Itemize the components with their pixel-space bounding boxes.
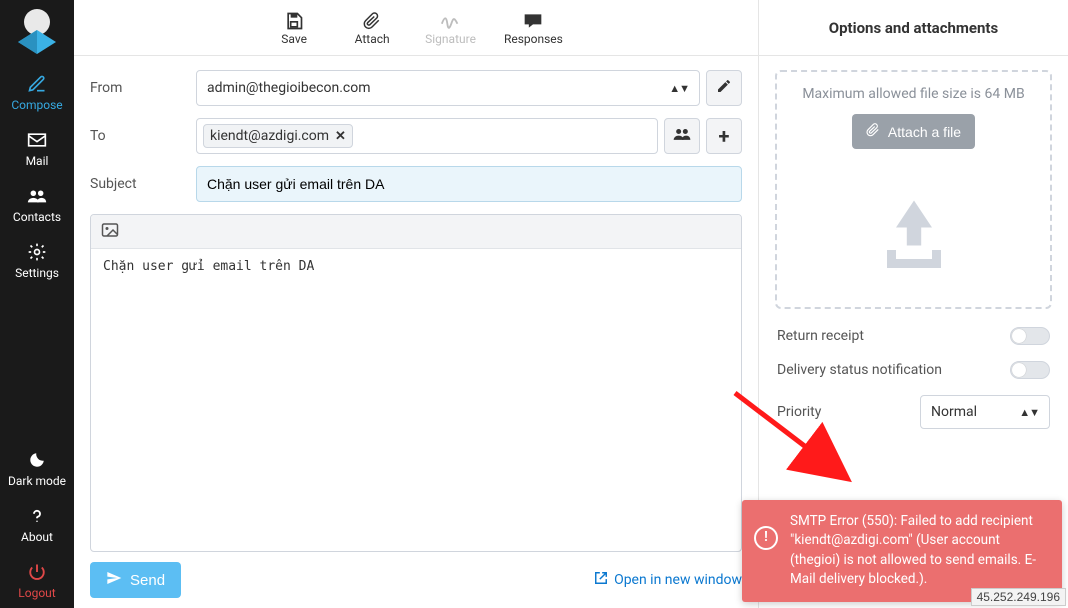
open-new-window-link[interactable]: Open in new window [594,571,742,589]
save-button[interactable]: Save [269,10,319,46]
delivery-status-toggle[interactable] [1010,361,1050,379]
editor-toolbar [91,215,741,249]
recipient-email: kiendt@azdigi.com [210,128,329,144]
nav-label: Compose [11,98,62,112]
signature-icon [440,10,462,32]
return-receipt-label: Return receipt [777,328,864,344]
power-icon [28,562,46,582]
open-new-label: Open in new window [614,572,742,588]
responses-button[interactable]: Responses [504,10,563,46]
insert-image-button[interactable] [101,222,119,242]
app-logo [12,6,62,56]
external-link-icon [594,571,608,589]
caret-icon: ▲▼ [669,82,689,95]
nav-mail[interactable]: Mail [0,120,74,176]
nav-label: Dark mode [8,474,66,488]
nav-label: Mail [26,154,49,168]
paperclip-icon [866,122,880,141]
priority-value: Normal [931,404,977,420]
question-icon [28,506,46,526]
attach-file-label: Attach a file [888,124,961,140]
mail-icon [27,130,47,150]
message-body[interactable]: Chặn user gửi email trên DA [91,249,741,551]
recipient-chip[interactable]: kiendt@azdigi.com ✕ [203,124,353,148]
paperclip-icon [363,10,381,32]
attach-file-button[interactable]: Attach a file [852,114,975,149]
nav-contacts[interactable]: Contacts [0,176,74,232]
pencil-icon [716,78,732,98]
pick-contact-button[interactable] [664,118,700,154]
nav-label: Settings [15,266,59,280]
add-recipient-button[interactable]: + [706,118,742,154]
moon-icon [28,450,46,470]
max-size-text: Maximum allowed file size is 64 MB [787,86,1040,102]
priority-select[interactable]: Normal ▲▼ [920,395,1050,429]
to-label: To [90,128,196,144]
caret-icon: ▲▼ [1019,406,1039,419]
save-icon [284,10,304,32]
priority-label: Priority [777,404,821,420]
sidebar: Compose Mail Contacts Settings Dark mod [0,0,74,608]
options-title: Options and attachments [759,0,1068,56]
contacts-icon [672,126,692,146]
responses-icon [523,10,543,32]
nav-settings[interactable]: Settings [0,232,74,288]
nav-logout[interactable]: Logout [0,552,74,608]
nav-darkmode[interactable]: Dark mode [0,440,74,496]
nav-label: About [21,530,53,544]
edit-identity-button[interactable] [706,70,742,106]
upload-icon [787,187,1040,277]
alert-icon: ! [754,526,778,550]
plus-icon: + [719,124,730,148]
tb-label: Save [281,32,307,46]
compose-toolbar: Save Attach Signature Responses [74,0,758,56]
send-button[interactable]: Send [90,562,181,598]
from-select[interactable]: admin@thegioibecon.com ▲▼ [196,70,700,106]
nav-label: Contacts [13,210,61,224]
editor: Chặn user gửi email trên DA [90,214,742,552]
tb-label: Responses [504,32,563,46]
error-message: SMTP Error (550): Failed to add recipien… [790,512,1048,590]
error-toast[interactable]: ! SMTP Error (550): Failed to add recipi… [742,500,1062,602]
tb-label: Attach [355,32,390,46]
nav-label: Logout [18,586,55,600]
compose-form: From admin@thegioibecon.com ▲▼ To [74,56,758,608]
subject-input[interactable] [196,166,742,202]
ip-badge: 45.252.249.196 [971,588,1066,606]
settings-icon [27,242,47,262]
signature-button: Signature [425,10,476,46]
contacts-icon [26,186,48,206]
to-input[interactable]: kiendt@azdigi.com ✕ [196,118,658,154]
main-panel: Save Attach Signature Responses [74,0,758,608]
attachment-dropzone[interactable]: Maximum allowed file size is 64 MB Attac… [775,70,1052,309]
send-label: Send [130,572,165,589]
nav-about[interactable]: About [0,496,74,552]
attach-button[interactable]: Attach [347,10,397,46]
subject-label: Subject [90,176,196,192]
send-icon [106,570,122,590]
tb-label: Signature [425,32,476,46]
remove-recipient-icon[interactable]: ✕ [335,129,346,144]
compose-icon [27,74,47,94]
from-value: admin@thegioibecon.com [207,80,370,96]
return-receipt-toggle[interactable] [1010,327,1050,345]
delivery-status-label: Delivery status notification [777,362,942,378]
from-label: From [90,80,196,96]
nav-compose[interactable]: Compose [0,64,74,120]
